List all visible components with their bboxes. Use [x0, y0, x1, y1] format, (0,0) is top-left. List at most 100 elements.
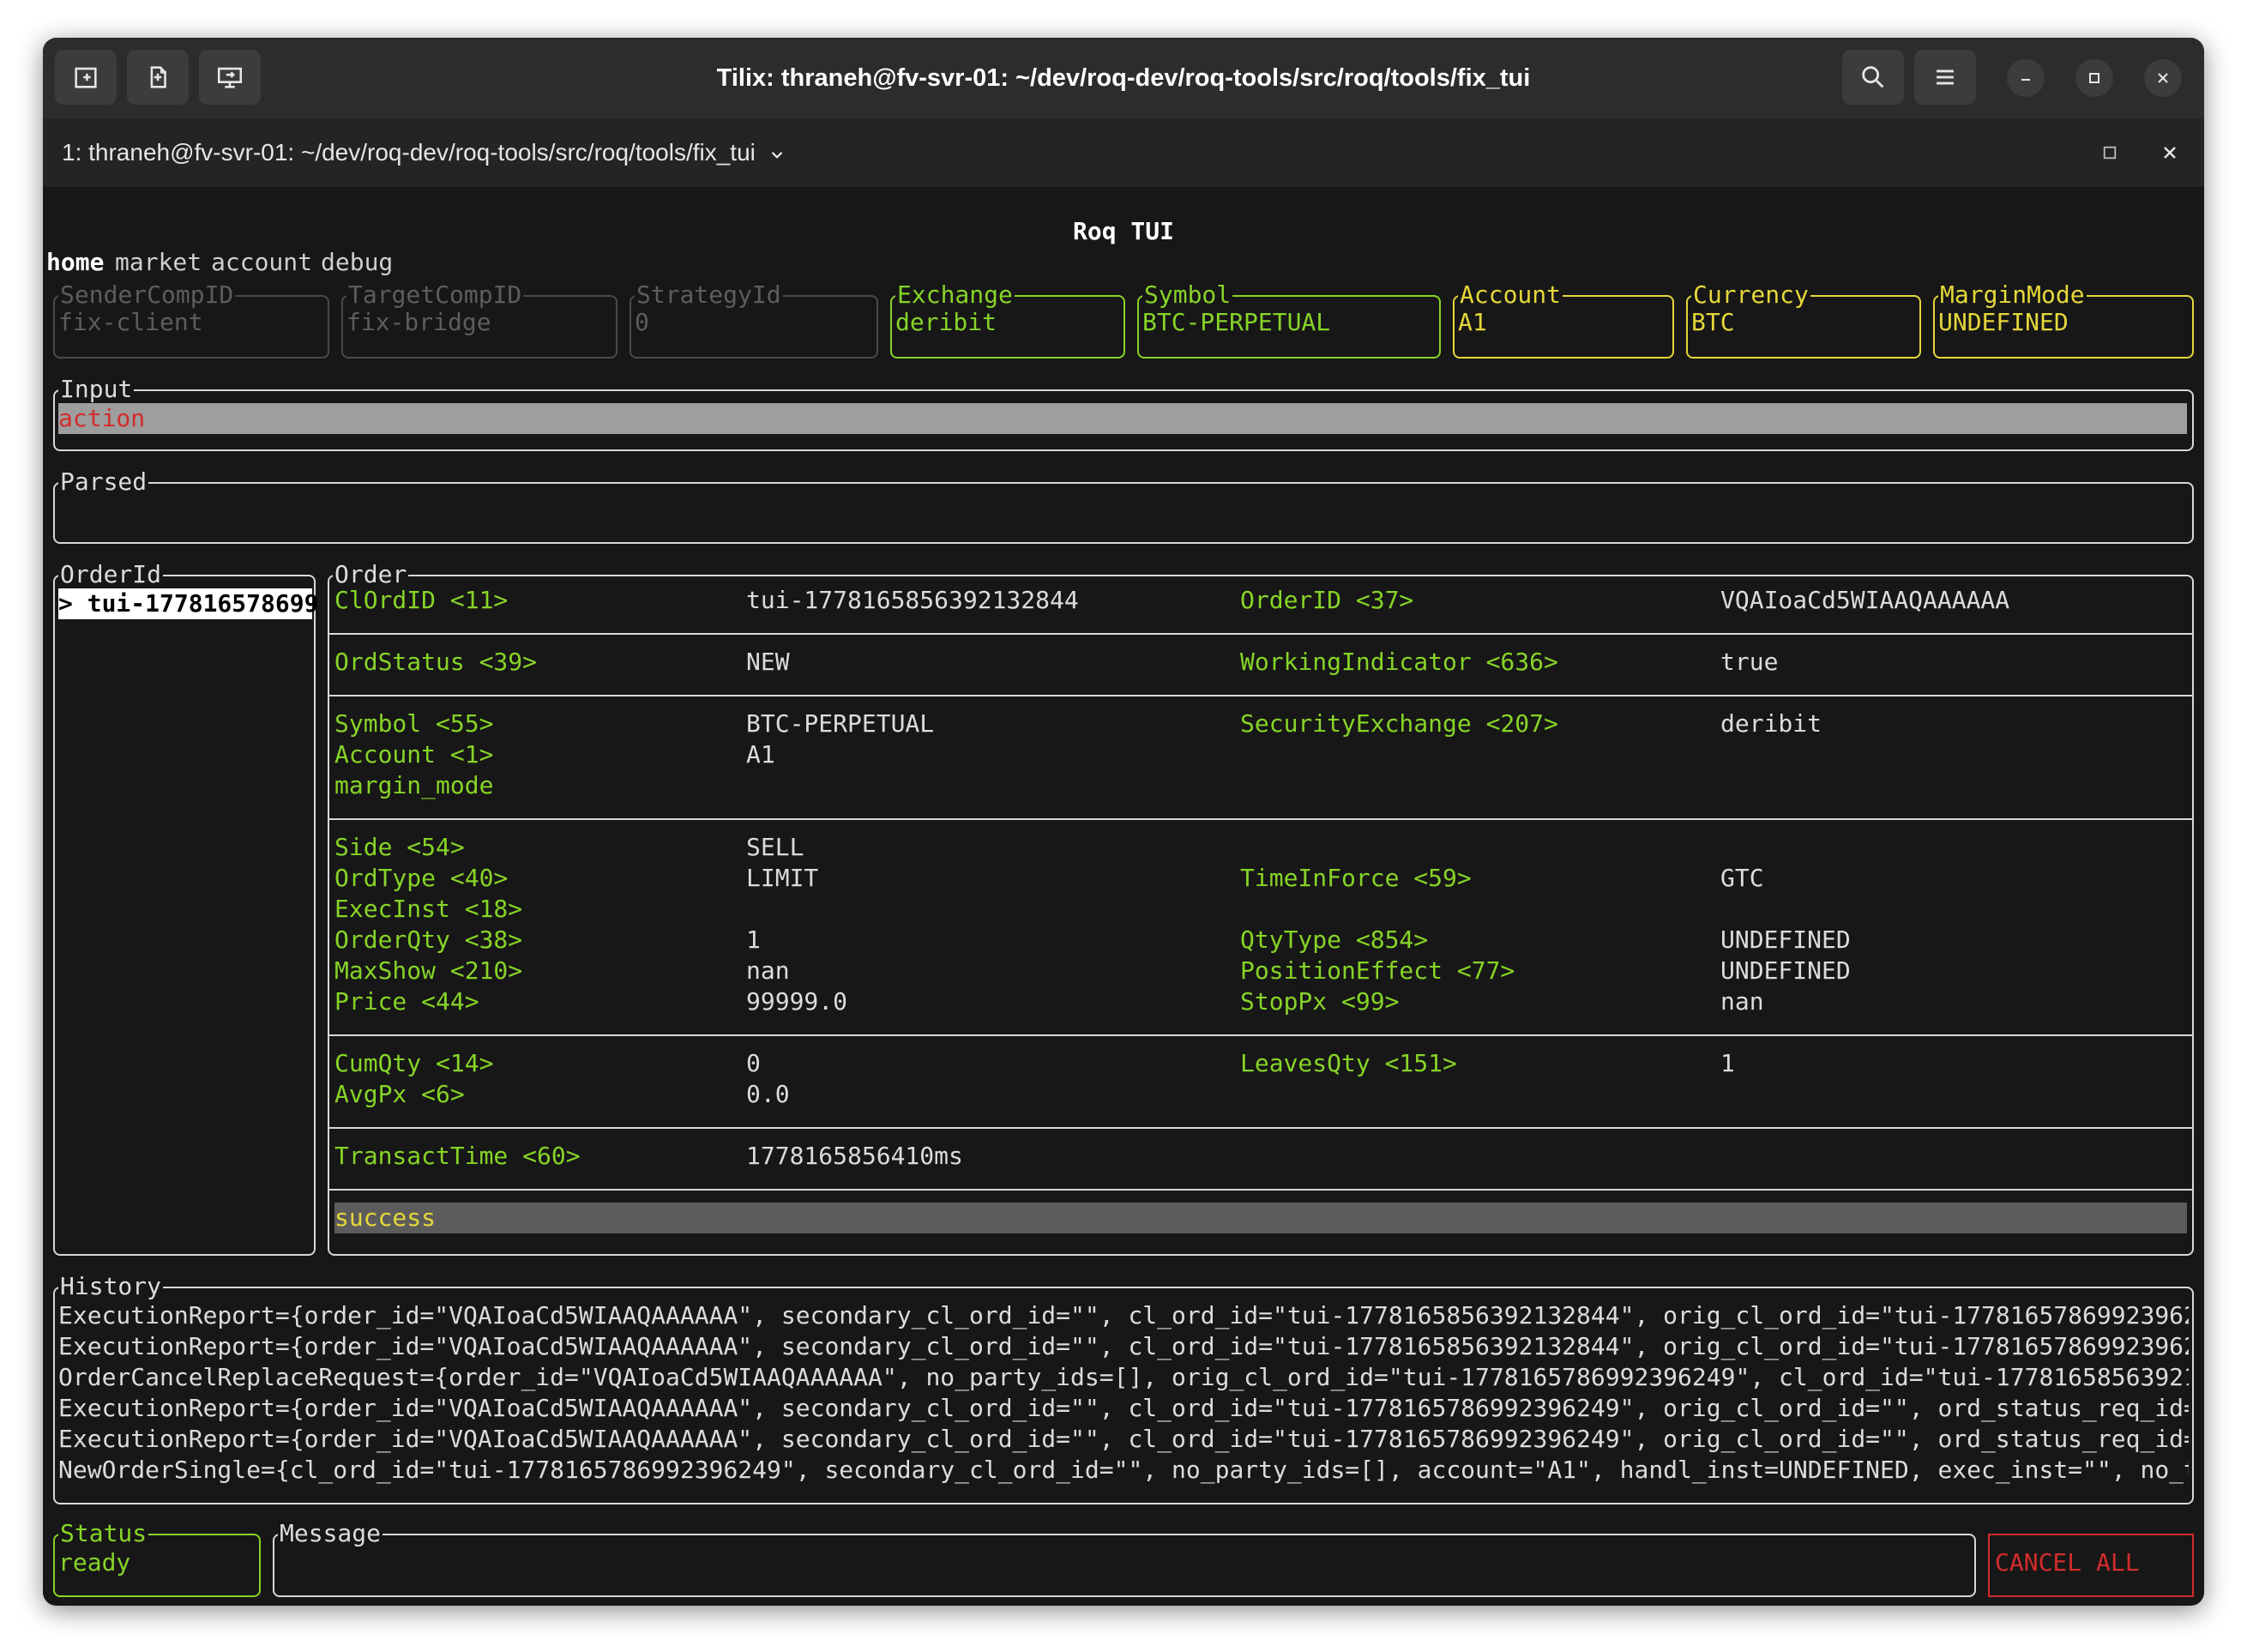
ordtype-value: LIMIT [746, 864, 819, 892]
terminal-window: Tilix: thraneh@fv-svr-01: ~/dev/roq-dev/… [43, 38, 2204, 1606]
avgpx-key: AvgPx <6> [334, 1080, 465, 1108]
parsed-label: Parsed [58, 467, 149, 497]
terminal-content: Roq TUI home market account debug Sender… [43, 187, 2204, 1606]
input-label: Input [58, 374, 135, 405]
orderqty-value: 1 [746, 925, 761, 954]
currency-label: Currency [1691, 280, 1810, 311]
account-field[interactable]: Account A1 [1453, 280, 1674, 359]
symbol-key: Symbol <55> [334, 709, 494, 738]
time-in-force-value: GTC [1720, 864, 1764, 892]
position-effect-key: PositionEffect <77> [1240, 956, 1515, 985]
status-label: Status [58, 1518, 149, 1549]
currency-field[interactable]: Currency BTC [1686, 280, 1921, 359]
order-separator [329, 1127, 2192, 1129]
orderid-value: VQAIoaCd5WIAAQAAAAAA [1720, 586, 2010, 614]
margin-mode-label: MarginMode [1938, 280, 2087, 311]
symbol-value-row: BTC-PERPETUAL [746, 709, 935, 738]
history-line: OrderCancelReplaceRequest={order_id="VQA… [58, 1363, 2189, 1391]
tab-maximize-button[interactable] [2094, 137, 2125, 168]
sender-comp-id-field: SenderCompID fix-client [53, 280, 329, 359]
order-separator [329, 1189, 2192, 1191]
close-icon [2164, 147, 2176, 159]
margin-mode-key: margin_mode [334, 771, 494, 799]
stoppx-key: StopPx <99> [1240, 987, 1400, 1016]
message-label: Message [278, 1518, 383, 1549]
tab-close-button[interactable] [2154, 137, 2185, 168]
price-key: Price <44> [334, 987, 479, 1016]
search-icon [1862, 66, 1884, 88]
nav-account[interactable]: account [211, 247, 312, 278]
time-in-force-key: TimeInForce <59> [1240, 864, 1472, 892]
history-line: ExecutionReport={order_id="VQAIoaCd5WIAA… [58, 1394, 2189, 1422]
minimize-icon [2021, 79, 2030, 81]
account-value-row: A1 [746, 740, 775, 769]
history-line: ExecutionReport={order_id="VQAIoaCd5WIAA… [58, 1425, 2189, 1453]
minimize-button[interactable] [2007, 59, 2045, 97]
margin-mode-field[interactable]: MarginMode UNDEFINED [1933, 280, 2194, 359]
strategy-id-label: StrategyId [635, 280, 783, 311]
history-label: History [58, 1271, 164, 1302]
terminal-tab-title: 1: thraneh@fv-svr-01: ~/dev/roq-dev/roq-… [62, 139, 756, 166]
ordstatus-value: NEW [746, 648, 790, 676]
cumqty-value: 0 [746, 1049, 761, 1077]
input-panel: Input action [53, 374, 2194, 451]
clordid-value: tui-1778165856392132844 [746, 586, 1079, 614]
cancel-all-button[interactable]: CANCEL ALL [1988, 1534, 2194, 1597]
maxshow-key: MaxShow <210> [334, 956, 523, 985]
margin-mode-value: UNDEFINED [1938, 308, 2069, 336]
clordid-key: ClOrdID <11> [334, 586, 509, 614]
orderqty-key: OrderQty <38> [334, 925, 523, 954]
working-indicator-value: true [1720, 648, 1779, 676]
input-field[interactable]: action [58, 403, 2187, 434]
search-button[interactable] [1842, 50, 1904, 105]
history-list[interactable]: ExecutionReport={order_id="VQAIoaCd5WIAA… [58, 1300, 2189, 1489]
security-exchange-value: deribit [1720, 709, 1822, 738]
currency-value: BTC [1691, 308, 1735, 336]
qtytype-value: UNDEFINED [1720, 925, 1851, 954]
chevron-down-icon[interactable] [768, 145, 786, 164]
symbol-field[interactable]: Symbol BTC-PERPETUAL [1137, 280, 1441, 359]
history-line: ExecutionReport={order_id="VQAIoaCd5WIAA… [58, 1332, 2189, 1360]
symbol-label: Symbol [1142, 280, 1233, 311]
history-line: ExecutionReport={order_id="VQAIoaCd5WIAA… [58, 1301, 2189, 1329]
exchange-field[interactable]: Exchange deribit [890, 280, 1125, 359]
menu-button[interactable] [1914, 50, 1976, 105]
nav-debug[interactable]: debug [321, 247, 393, 278]
message-panel: Message [273, 1518, 1976, 1597]
account-label: Account [1458, 280, 1563, 311]
security-exchange-key: SecurityExchange <207> [1240, 709, 1558, 738]
close-icon [2158, 73, 2168, 83]
order-id-item[interactable]: > tui-177816578699 [58, 588, 318, 619]
exchange-value: deribit [895, 308, 997, 336]
strategy-id-field: StrategyId 0 [630, 280, 878, 359]
order-separator [329, 1034, 2192, 1036]
target-comp-id-field: TargetCompID fix-bridge [341, 280, 617, 359]
qtytype-key: QtyType <854> [1240, 925, 1429, 954]
account-key: Account <1> [334, 740, 494, 769]
order-separator [329, 633, 2192, 635]
nav-home[interactable]: home [46, 247, 104, 278]
order-id-list: OrderId > tui-177816578699 [53, 559, 318, 1256]
maximize-icon [2103, 146, 2117, 160]
cumqty-key: CumQty <14> [334, 1049, 494, 1077]
menu-icon [1937, 69, 1954, 85]
stoppx-value: nan [1720, 987, 1764, 1016]
close-button[interactable] [2144, 59, 2182, 97]
transact-time-value: 1778165856410ms [746, 1142, 963, 1170]
orderid-key: OrderID <37> [1240, 586, 1414, 614]
parsed-panel: Parsed [53, 467, 2194, 544]
maximize-button[interactable] [2075, 59, 2113, 97]
terminal-tab[interactable]: 1: thraneh@fv-svr-01: ~/dev/roq-dev/roq-… [62, 118, 786, 187]
execinst-key: ExecInst <18> [334, 895, 523, 923]
status-panel: Status ready [53, 1518, 261, 1597]
target-comp-id-label: TargetCompID [346, 280, 524, 311]
side-key: Side <54> [334, 833, 465, 861]
avgpx-value: 0.0 [746, 1080, 790, 1108]
position-effect-value: UNDEFINED [1720, 956, 1851, 985]
sender-comp-id-label: SenderCompID [58, 280, 236, 311]
history-panel: History ExecutionReport={order_id="VQAIo… [53, 1271, 2194, 1504]
nav-market[interactable]: market [115, 247, 202, 278]
sender-comp-id-value: fix-client [58, 308, 203, 336]
status-value: ready [58, 1548, 131, 1577]
order-result-bar: success [334, 1203, 2187, 1233]
